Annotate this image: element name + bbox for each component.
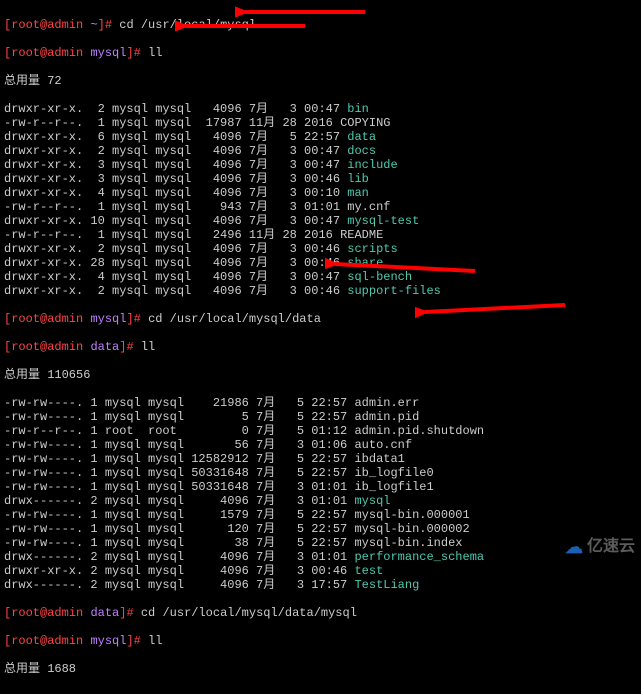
file-entry: -rw-rw----. 1 mysql mysql 120 7月 5 22:57… <box>4 522 637 536</box>
file-name: include <box>347 158 397 172</box>
file-name: ib_logfile1 <box>354 480 433 494</box>
total-line: 总用量 72 <box>4 74 637 88</box>
total-line: 总用量 1688 <box>4 662 637 676</box>
file-name: performance_schema <box>354 550 484 564</box>
prompt-line[interactable]: [root@admin ~]# cd /usr/local/mysql <box>4 18 637 32</box>
file-entry: drwxr-xr-x. 10 mysql mysql 4096 7月 3 00:… <box>4 214 637 228</box>
file-entry: drwx------. 2 mysql mysql 4096 7月 3 01:0… <box>4 494 637 508</box>
file-entry: drwxr-xr-x. 4 mysql mysql 4096 7月 3 00:4… <box>4 270 637 284</box>
file-entry: drwxr-xr-x. 2 mysql mysql 4096 7月 3 00:4… <box>4 242 637 256</box>
file-entry: -rw-rw----. 1 mysql mysql 5 7月 5 22:57 a… <box>4 410 637 424</box>
file-entry: drwx------. 2 mysql mysql 4096 7月 3 01:0… <box>4 550 637 564</box>
file-entry: drwxr-xr-x. 6 mysql mysql 4096 7月 5 22:5… <box>4 130 637 144</box>
file-entry: drwxr-xr-x. 2 mysql mysql 4096 7月 3 00:4… <box>4 144 637 158</box>
prompt-line[interactable]: [root@admin data]# cd /usr/local/mysql/d… <box>4 606 637 620</box>
file-name: COPYING <box>340 116 390 130</box>
file-entry: -rw-rw----. 1 mysql mysql 1579 7月 5 22:5… <box>4 508 637 522</box>
total-line: 总用量 110656 <box>4 368 637 382</box>
file-entry: drwxr-xr-x. 2 mysql mysql 4096 7月 3 00:4… <box>4 102 637 116</box>
file-name: ibdata1 <box>354 452 404 466</box>
file-name: TestLiang <box>354 578 419 592</box>
file-entry: -rw-rw----. 1 mysql mysql 38 7月 5 22:57 … <box>4 536 637 550</box>
file-name: mysql <box>354 494 390 508</box>
file-entry: drwxr-xr-x. 4 mysql mysql 4096 7月 3 00:1… <box>4 186 637 200</box>
file-name: mysql-test <box>347 214 419 228</box>
file-entry: drwxr-xr-x. 2 mysql mysql 4096 7月 3 00:4… <box>4 564 637 578</box>
file-entry: -rw-r--r--. 1 root root 0 7月 5 01:12 adm… <box>4 424 637 438</box>
file-name: docs <box>347 144 376 158</box>
prompt-line[interactable]: [root@admin mysql]# ll <box>4 634 637 648</box>
file-name: ib_logfile0 <box>354 466 433 480</box>
file-name: mysql-bin.000002 <box>354 522 469 536</box>
file-entry: drwxr-xr-x. 28 mysql mysql 4096 7月 3 00:… <box>4 256 637 270</box>
file-entry: -rw-rw----. 1 mysql mysql 56 7月 3 01:06 … <box>4 438 637 452</box>
file-entry: drwxr-xr-x. 3 mysql mysql 4096 7月 3 00:4… <box>4 158 637 172</box>
file-name: scripts <box>347 242 397 256</box>
file-name: lib <box>347 172 369 186</box>
file-name: admin.pid <box>354 410 419 424</box>
arrow-annotation <box>415 300 575 320</box>
file-name: test <box>354 564 383 578</box>
cloud-icon: ☁ <box>565 540 583 554</box>
file-name: mysql-bin.000001 <box>354 508 469 522</box>
file-name: bin <box>347 102 369 116</box>
arrow-annotation <box>325 256 485 276</box>
terminal-output: [root@admin ~]# cd /usr/local/mysql [roo… <box>0 0 641 694</box>
file-entry: -rw-rw----. 1 mysql mysql 50331648 7月 3 … <box>4 480 637 494</box>
file-name: man <box>347 186 369 200</box>
watermark: ☁ 亿速云 <box>565 540 635 554</box>
file-name: admin.pid.shutdown <box>354 424 484 438</box>
file-name: data <box>347 130 376 144</box>
file-entry: -rw-r--r--. 1 mysql mysql 2496 11月 28 20… <box>4 228 637 242</box>
file-entry: -rw-r--r--. 1 mysql mysql 17987 11月 28 2… <box>4 116 637 130</box>
prompt-line[interactable]: [root@admin mysql]# ll <box>4 46 637 60</box>
file-entry: -rw-r--r--. 1 mysql mysql 943 7月 3 01:01… <box>4 200 637 214</box>
file-name: support-files <box>347 284 441 298</box>
file-entry: -rw-rw----. 1 mysql mysql 50331648 7月 5 … <box>4 466 637 480</box>
arrow-annotation <box>175 18 315 34</box>
file-name: README <box>340 228 383 242</box>
file-entry: -rw-rw----. 1 mysql mysql 12582912 7月 5 … <box>4 452 637 466</box>
file-entry: drwxr-xr-x. 3 mysql mysql 4096 7月 3 00:4… <box>4 172 637 186</box>
file-name: auto.cnf <box>354 438 412 452</box>
file-entry: drwxr-xr-x. 2 mysql mysql 4096 7月 3 00:4… <box>4 284 637 298</box>
file-entry: -rw-rw----. 1 mysql mysql 21986 7月 5 22:… <box>4 396 637 410</box>
file-name: admin.err <box>354 396 419 410</box>
file-name: my.cnf <box>347 200 390 214</box>
file-entry: drwx------. 2 mysql mysql 4096 7月 3 17:5… <box>4 578 637 592</box>
file-name: mysql-bin.index <box>354 536 462 550</box>
prompt-line[interactable]: [root@admin data]# ll <box>4 340 637 354</box>
